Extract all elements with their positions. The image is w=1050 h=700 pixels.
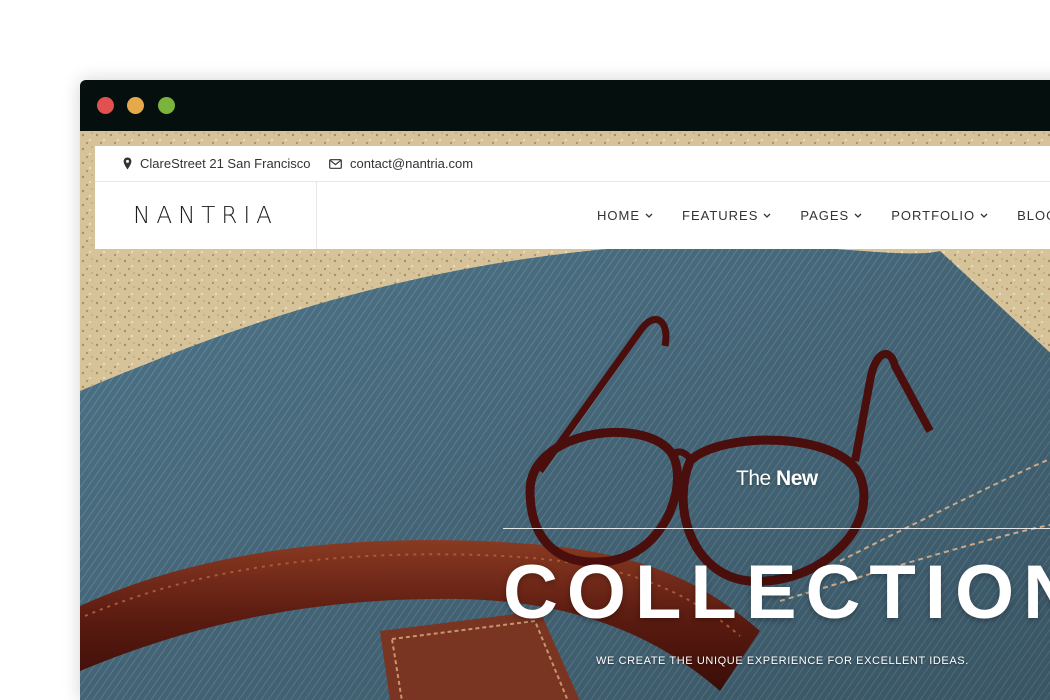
contact-topbar: ClareStreet 21 San Francisco contact@nan… <box>95 146 1050 182</box>
nav-item-home[interactable]: HOME <box>597 208 653 223</box>
maximize-window-button[interactable] <box>158 97 175 114</box>
main-menu: HOME FEATURES PAGES PORTFOLIO BLOG <box>597 182 1050 249</box>
nav-item-label: PAGES <box>800 208 850 223</box>
page-viewport: ClareStreet 21 San Francisco contact@nan… <box>80 131 1050 700</box>
email-text: contact@nantria.com <box>350 156 474 171</box>
nav-item-pages[interactable]: PAGES <box>800 208 862 223</box>
envelope-icon <box>329 158 342 169</box>
nav-item-label: BLOG <box>1017 208 1050 223</box>
minimize-window-button[interactable] <box>127 97 144 114</box>
map-pin-icon <box>123 157 132 170</box>
email-link[interactable]: contact@nantria.com <box>329 146 473 181</box>
chevron-down-icon <box>763 213 771 218</box>
nav-item-label: PORTFOLIO <box>891 208 976 223</box>
chevron-down-icon <box>980 213 988 218</box>
nav-item-label: HOME <box>597 208 640 223</box>
chevron-down-icon <box>645 213 653 218</box>
nav-item-blog[interactable]: BLOG <box>1017 208 1050 223</box>
nav-item-label: FEATURES <box>682 208 759 223</box>
browser-window: ClareStreet 21 San Francisco contact@nan… <box>80 80 1050 700</box>
close-window-button[interactable] <box>97 97 114 114</box>
chevron-down-icon <box>854 213 862 218</box>
main-navbar: NANTRIA HOME FEATURES PAGES PORTFOLIO BL… <box>95 182 1050 249</box>
address-info: ClareStreet 21 San Francisco <box>123 146 311 181</box>
browser-titlebar <box>80 80 1050 131</box>
nav-item-portfolio[interactable]: PORTFOLIO <box>891 208 988 223</box>
address-text: ClareStreet 21 San Francisco <box>140 156 311 171</box>
nav-item-features[interactable]: FEATURES <box>682 208 771 223</box>
logo-link[interactable]: NANTRIA <box>95 182 317 249</box>
site-logo: NANTRIA <box>133 202 278 229</box>
